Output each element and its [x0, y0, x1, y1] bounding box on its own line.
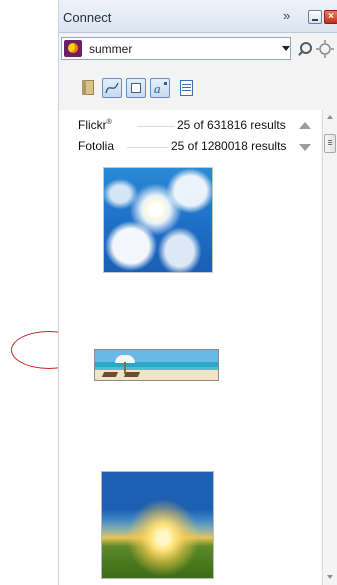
divider	[127, 147, 169, 148]
frame-button[interactable]	[126, 78, 146, 98]
divider	[137, 126, 175, 127]
docker-title-bar: Connect » ×	[59, 0, 337, 33]
fotolia-next-arrow-icon[interactable]	[299, 144, 311, 151]
search-options-icon[interactable]	[316, 40, 336, 58]
search-source-logo-icon	[64, 40, 82, 57]
docker-title: Connect	[63, 10, 112, 25]
document-button[interactable]	[177, 78, 197, 98]
thumbnail-sky-with-sun[interactable]	[103, 167, 213, 273]
thumbnail-sunset-field[interactable]	[101, 471, 214, 579]
connect-docker: Connect » × summer a Flickr® 25 of 63181…	[58, 0, 337, 585]
tool-filter-bar: a	[59, 66, 337, 110]
thumbnail-beach-umbrella[interactable]	[94, 349, 219, 381]
close-button[interactable]: ×	[324, 10, 337, 24]
scroll-down-arrow-icon[interactable]	[327, 575, 333, 579]
provider-flickr[interactable]: Flickr®	[78, 118, 112, 132]
search-input[interactable]: summer	[61, 37, 291, 60]
artistic-text-button[interactable]: a	[150, 78, 170, 98]
flickr-previous-arrow-icon[interactable]	[299, 122, 311, 129]
svg-text:a: a	[154, 81, 161, 96]
chevron-down-icon[interactable]	[282, 46, 290, 51]
scroll-thumb[interactable]	[324, 134, 336, 153]
scroll-up-arrow-icon[interactable]	[327, 115, 333, 119]
curve-icon	[105, 82, 119, 94]
results-scrollbar[interactable]	[322, 110, 337, 585]
frame-icon	[131, 83, 141, 93]
results-pane: Flickr® 25 of 631816 results Fotolia 25 …	[59, 110, 321, 585]
artistic-text-icon: a	[154, 81, 167, 96]
search-value: summer	[89, 42, 133, 56]
left-margin	[0, 0, 58, 585]
search-row: summer	[59, 34, 337, 64]
fotolia-result-count: 25 of 1280018 results	[171, 139, 287, 153]
provider-fotolia[interactable]: Fotolia	[78, 139, 114, 153]
minimize-button[interactable]	[308, 10, 322, 24]
flickr-result-count: 25 of 631816 results	[177, 118, 286, 132]
curve-button[interactable]	[102, 78, 122, 98]
more-chevron-icon[interactable]: »	[283, 8, 290, 23]
search-button[interactable]	[296, 41, 312, 57]
book-button[interactable]	[79, 78, 99, 98]
